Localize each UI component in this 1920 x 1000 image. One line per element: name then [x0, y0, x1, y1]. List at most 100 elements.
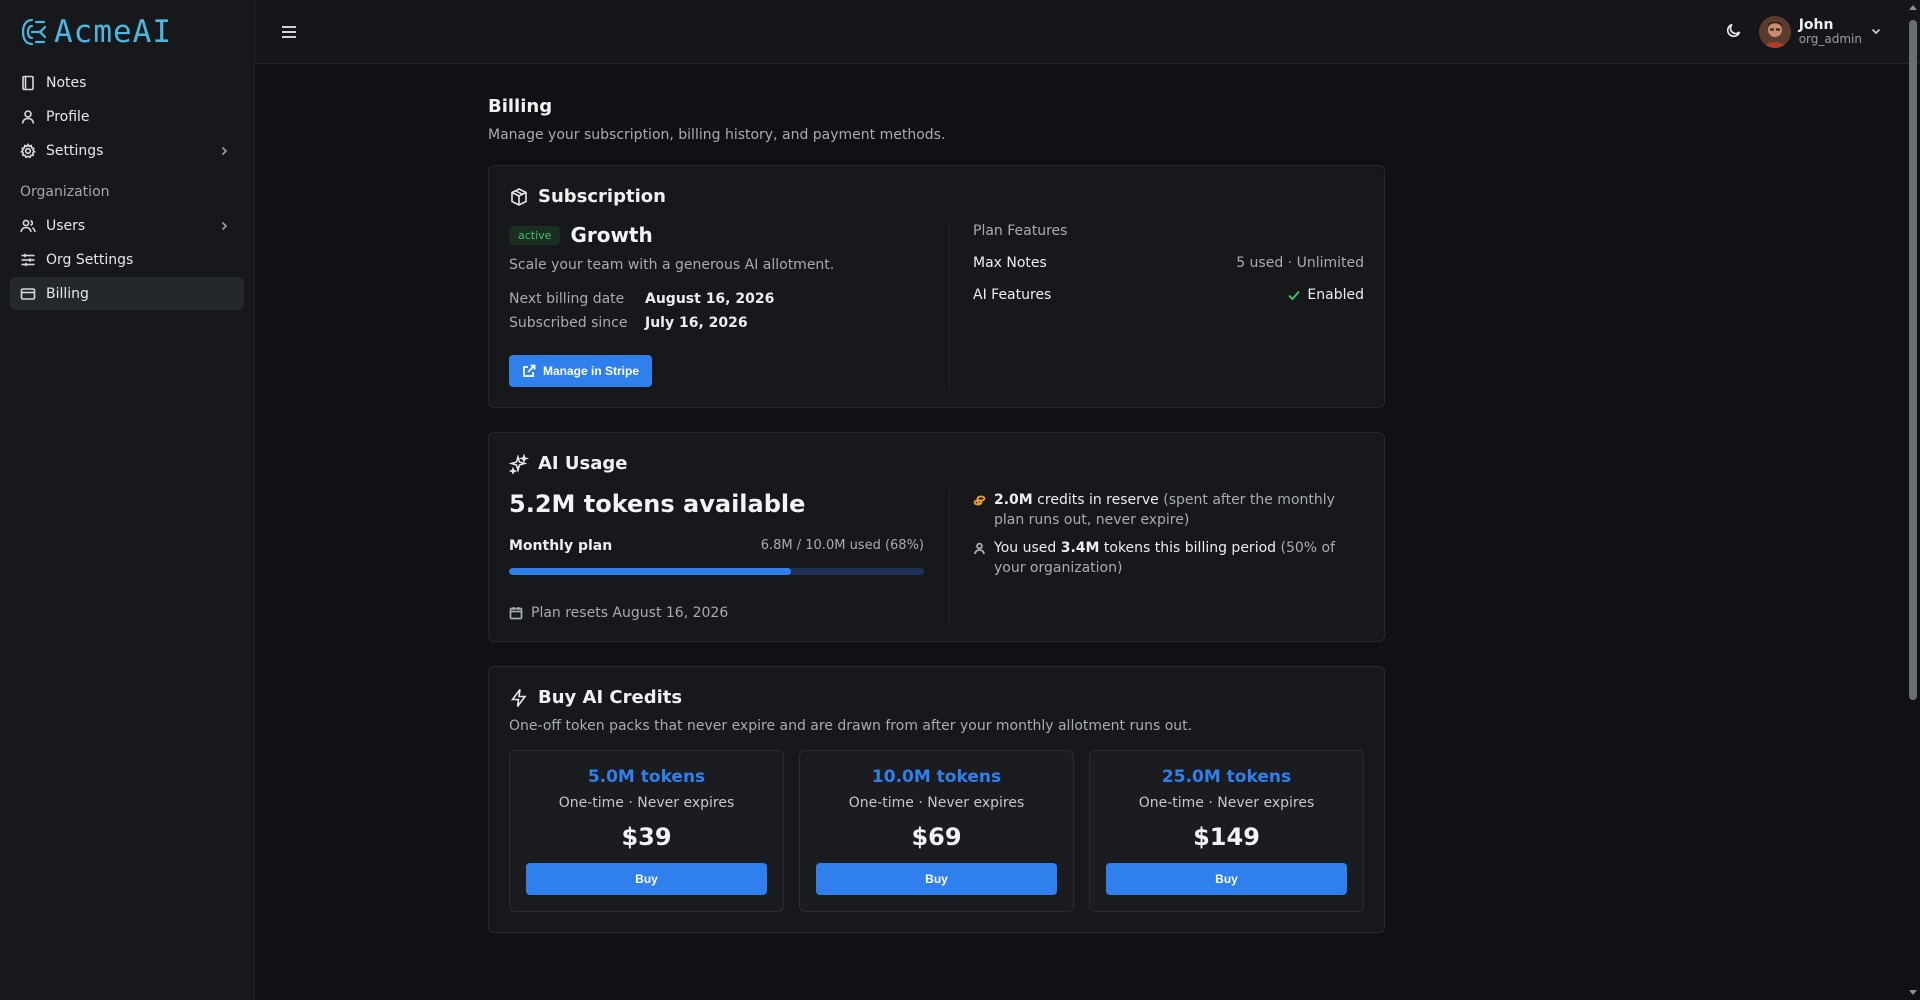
plan-reset-row: Plan resets August 16, 2026 — [509, 605, 924, 621]
sidebar-item-billing[interactable]: Billing — [10, 277, 244, 310]
logo[interactable]: AcmeAI — [10, 12, 244, 52]
pack-tokens: 25.0M tokens — [1161, 767, 1292, 787]
manage-in-stripe-button[interactable]: Manage in Stripe — [509, 355, 653, 387]
subscription-columns: active Growth Scale your team with a gen… — [509, 223, 1364, 387]
user-icon — [21, 109, 35, 124]
column-divider — [949, 223, 950, 387]
scrollbar-thumb[interactable] — [1909, 20, 1917, 700]
ai-usage-title-text: AI Usage — [538, 453, 628, 474]
reserve-label: credits in reserve — [1032, 492, 1159, 508]
ai-usage-card: AI Usage 5.2M tokens available Monthly p… — [488, 432, 1385, 642]
tokens-available: 5.2M tokens available — [509, 490, 806, 518]
sidebar-item-label: Users — [46, 217, 86, 234]
reserve-credits-text: 2.0M credits in reserve (spent after the… — [994, 490, 1364, 530]
plan-reset-text: Plan resets August 16, 2026 — [531, 605, 729, 621]
user-name: John — [1798, 16, 1834, 33]
credit-card-icon — [20, 287, 36, 300]
scrollbar[interactable] — [1906, 0, 1920, 1000]
gear-icon — [20, 142, 36, 158]
menu-toggle-button[interactable] — [275, 18, 303, 46]
sidebar-item-label: Profile — [46, 108, 90, 125]
sidebar-item-users[interactable]: Users — [10, 209, 244, 242]
avatar — [1758, 15, 1791, 48]
sidebar-item-profile[interactable]: Profile — [10, 100, 244, 133]
scroll-up-arrow-icon[interactable] — [1909, 4, 1917, 12]
page-subtitle: Manage your subscription, billing histor… — [488, 127, 946, 143]
buy-credits-title-text: Buy AI Credits — [538, 687, 683, 708]
reserve-amount: 2.0M — [994, 492, 1033, 508]
usage-summary: 5.2M tokens available Monthly plan 6.8M … — [509, 490, 924, 621]
ai-usage-card-title: AI Usage — [509, 453, 1364, 474]
buy-button[interactable]: Buy — [1106, 863, 1347, 895]
logo-text: AcmeAI — [54, 14, 172, 50]
lightning-icon — [510, 688, 527, 707]
pack-tokens: 5.0M tokens — [587, 767, 706, 787]
pack-meta: One-time · Never expires — [848, 795, 1025, 811]
monthly-plan-label: Monthly plan — [509, 538, 613, 554]
external-link-icon — [523, 364, 536, 377]
topbar-actions: John org_admin — [1725, 15, 1900, 48]
personal-usage-text: You used 3.4M tokens this billing period… — [994, 538, 1364, 578]
chevron-right-icon — [221, 146, 228, 155]
buy-credits-card-title: Buy AI Credits — [509, 687, 1364, 708]
sidebar-item-label: Settings — [46, 142, 104, 159]
package-icon — [511, 187, 527, 206]
personal-usage-prefix: You used — [994, 540, 1061, 556]
buy-button[interactable]: Buy — [526, 863, 767, 895]
sidebar: AcmeAI Notes Profile Settings Organizati… — [0, 0, 255, 1000]
pack-price: $69 — [911, 823, 962, 851]
sidebar-item-notes[interactable]: Notes — [10, 66, 244, 99]
column-divider — [949, 490, 950, 621]
subscribed-since-value: July 16, 2026 — [645, 315, 748, 331]
usage-progress-fill — [509, 568, 792, 575]
theme-toggle-button[interactable] — [1725, 21, 1743, 43]
feature-name: AI Features — [973, 287, 1052, 303]
monthly-plan-row: Monthly plan 6.8M / 10.0M used (68%) — [509, 538, 924, 554]
personal-usage-suffix: tokens this billing period — [1099, 540, 1277, 556]
subscription-title-text: Subscription — [538, 186, 666, 207]
sidebar-item-label: Org Settings — [46, 251, 134, 268]
pack-meta: One-time · Never expires — [558, 795, 735, 811]
monthly-plan-value: 6.8M / 10.0M used (68%) — [760, 538, 924, 553]
app-root: AcmeAI Notes Profile Settings Organizati… — [0, 0, 1920, 1000]
sparkles-icon — [509, 453, 529, 474]
chevron-down-icon — [1871, 28, 1881, 35]
personal-usage-amount: 3.4M — [1060, 540, 1100, 556]
user-menu[interactable]: John org_admin — [1758, 15, 1882, 48]
subscription-details: active Growth Scale your team with a gen… — [509, 223, 924, 387]
coins-icon — [973, 495, 986, 506]
sidebar-section-organization: Organization — [20, 184, 110, 200]
moon-icon — [1726, 23, 1741, 37]
feature-row-max-notes: Max Notes 5 used · Unlimited — [973, 255, 1364, 271]
buy-credits-card: Buy AI Credits One-off token packs that … — [488, 666, 1385, 933]
next-billing-row: Next billing date August 16, 2026 — [509, 291, 924, 307]
avatar-image — [1758, 15, 1791, 48]
buy-credits-subtitle: One-off token packs that never expire an… — [509, 718, 1193, 734]
pack-meta: One-time · Never expires — [1138, 795, 1315, 811]
user-role: org_admin — [1798, 31, 1862, 46]
personal-usage-info: You used 3.4M tokens this billing period… — [973, 538, 1364, 578]
notebook-icon — [22, 75, 34, 90]
page-title: Billing — [488, 96, 553, 117]
credit-pack: 10.0M tokens One-time · Never expires $6… — [799, 750, 1074, 912]
credit-pack: 25.0M tokens One-time · Never expires $1… — [1089, 750, 1364, 912]
usage-details: 2.0M credits in reserve (spent after the… — [973, 490, 1364, 621]
credit-pack: 5.0M tokens One-time · Never expires $39… — [509, 750, 784, 912]
chevron-right-icon — [221, 221, 228, 230]
feature-value-enabled: Enabled — [1287, 287, 1364, 303]
scroll-down-arrow-icon[interactable] — [1909, 988, 1917, 996]
sidebar-item-org-settings[interactable]: Org Settings — [10, 243, 244, 276]
subscribed-since-label: Subscribed since — [509, 315, 628, 331]
sidebar-item-settings[interactable]: Settings — [10, 134, 244, 167]
pack-tokens: 10.0M tokens — [871, 767, 1002, 787]
pack-price: $39 — [621, 823, 672, 851]
plan-name: Growth — [570, 223, 653, 247]
logo-icon — [21, 18, 47, 46]
credit-packs: 5.0M tokens One-time · Never expires $39… — [509, 750, 1364, 912]
next-billing-value: August 16, 2026 — [645, 291, 775, 307]
plan-description: Scale your team with a generous AI allot… — [509, 257, 835, 273]
status-badge: active — [509, 225, 561, 245]
feature-name: Max Notes — [973, 255, 1047, 271]
plan-features-title: Plan Features — [973, 223, 1068, 239]
buy-button[interactable]: Buy — [816, 863, 1057, 895]
